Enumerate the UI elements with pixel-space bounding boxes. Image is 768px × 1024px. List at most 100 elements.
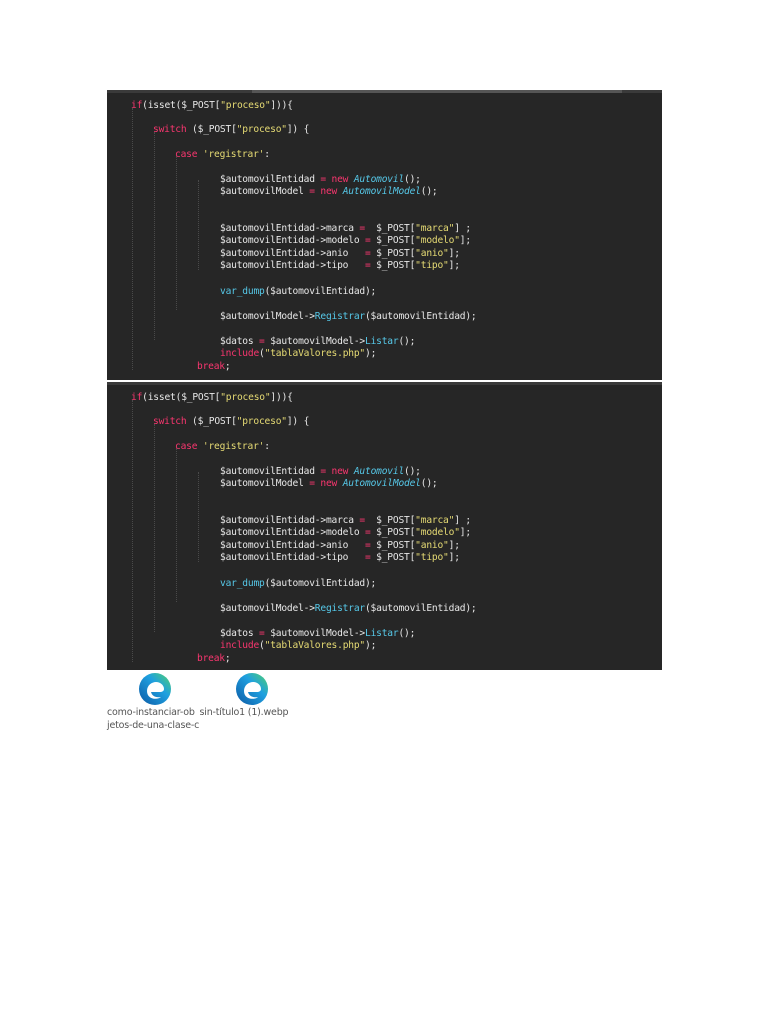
code-token: :	[264, 149, 270, 160]
code-token: ();	[398, 628, 416, 639]
code-line: var_dump($automovilEntidad);	[220, 286, 376, 297]
code-token: ($automovilEntidad);	[264, 578, 377, 589]
code-token: Automovil	[353, 174, 405, 185]
attachment-file-2[interactable]	[204, 672, 300, 710]
indent-guide	[154, 424, 155, 632]
code-token: $_POST[	[364, 223, 416, 234]
code-token: $_POST[	[370, 552, 416, 563]
edge-icon	[139, 673, 171, 705]
indent-guide	[132, 108, 133, 370]
code-token: ]) {	[286, 124, 310, 135]
code-token: var_dump	[220, 286, 265, 297]
code-token: Listar	[365, 336, 399, 347]
code-token: $automovilModel	[220, 186, 310, 197]
code-line: $automovilEntidad->modelo = $_POST["mode…	[220, 235, 471, 246]
code-line: break;	[197, 361, 231, 372]
code-token: $automovilEntidad	[220, 466, 321, 477]
code-token: "anio"	[415, 248, 449, 259]
code-token: "anio"	[415, 540, 449, 551]
attachment-1-name[interactable]: como-instanciar-ob	[107, 707, 195, 718]
code-token: include	[220, 348, 260, 359]
code-token: break	[197, 361, 225, 372]
code-token: "modelo"	[415, 235, 460, 246]
code-token: $automovilModel->	[220, 603, 315, 614]
code-token: 'registrar'	[202, 441, 265, 452]
code-token: "marca"	[415, 223, 455, 234]
code-token: "tipo"	[415, 260, 449, 271]
code-line: $automovilEntidad->marca = $_POST["marca…	[220, 515, 471, 526]
code-token: AutomovilModel	[342, 478, 421, 489]
attachment-2-name[interactable]: sin-título1 (1).webp	[200, 707, 289, 718]
code-token: $_POST[	[370, 527, 416, 538]
code-token: "tablaValores.php"	[264, 348, 366, 359]
code-token: ($automovilEntidad);	[364, 603, 477, 614]
code-token: ];	[448, 552, 460, 563]
indent-guide	[132, 400, 133, 662]
code-token: $automovilEntidad->modelo	[220, 235, 365, 246]
indent-guide	[176, 448, 177, 602]
code-token: );	[365, 640, 377, 651]
code-line: $automovilEntidad->anio = $_POST["anio"]…	[220, 248, 460, 259]
code-line: case 'registrar':	[175, 149, 270, 160]
code-token: $automovilEntidad	[220, 174, 321, 185]
code-token: ])){	[270, 100, 293, 111]
code-line: if(isset($_POST["proceso"])){	[131, 100, 293, 111]
code-token: $automovilModel->	[264, 336, 365, 347]
code-token: 'registrar'	[202, 149, 265, 160]
code-line: $datos = $automovilModel->Listar();	[220, 628, 415, 639]
code-token: switch	[153, 124, 187, 135]
code-token: if	[131, 392, 143, 403]
code-token: Registrar	[314, 603, 365, 614]
code-token: ($automovilEntidad);	[364, 311, 477, 322]
code-line: $automovilModel = new AutomovilModel();	[220, 478, 438, 489]
code-line: switch ($_POST["proceso"]) {	[153, 124, 309, 135]
code-token: $automovilEntidad->anio	[220, 540, 365, 551]
attachment-captions: como-instanciar-ob sin-título1 (1).webp …	[107, 706, 289, 732]
code-token: ];	[448, 260, 460, 271]
code-line: break;	[197, 653, 231, 664]
code-line: $datos = $automovilModel->Listar();	[220, 336, 415, 347]
code-token: $datos	[220, 336, 260, 347]
code-token: $automovilEntidad->tipo	[220, 260, 365, 271]
code-token: );	[365, 348, 377, 359]
code-token: $automovilEntidad->marca	[220, 515, 360, 526]
code-token: ];	[459, 235, 471, 246]
code-token: ();	[398, 336, 416, 347]
code-line: $automovilEntidad->marca = $_POST["marca…	[220, 223, 471, 234]
code-line: $automovilModel->Registrar($automovilEnt…	[220, 311, 477, 322]
attachment-1-name-cont[interactable]: jetos-de-una-clase-c	[107, 720, 199, 731]
code-token: "modelo"	[415, 527, 460, 538]
code-token: $automovilEntidad->modelo	[220, 527, 365, 538]
code-token: "proceso"	[236, 416, 287, 427]
code-token: AutomovilModel	[342, 186, 421, 197]
code-token: isset	[147, 100, 176, 111]
attachment-file-1[interactable]	[107, 672, 203, 710]
code-token: break	[197, 653, 225, 664]
code-token: $_POST[	[364, 515, 416, 526]
code-token: "marca"	[415, 515, 455, 526]
code-token: $automovilEntidad->anio	[220, 248, 365, 259]
code-token: case	[175, 149, 198, 160]
code-token: ();	[404, 466, 421, 477]
code-line: $automovilEntidad->tipo = $_POST["tipo"]…	[220, 552, 460, 563]
code-screenshot-1: if(isset($_POST["proceso"])){switch ($_P…	[107, 90, 662, 380]
code-token: ] ;	[454, 223, 471, 234]
code-token: new	[320, 186, 338, 197]
code-line: case 'registrar':	[175, 441, 270, 452]
code-line: $automovilEntidad = new Automovil();	[220, 466, 421, 477]
code-screenshot-2: if(isset($_POST["proceso"])){switch ($_P…	[107, 382, 662, 670]
edge-icon	[236, 673, 268, 705]
code-token: Listar	[365, 628, 399, 639]
code-token: "proceso"	[220, 100, 271, 111]
code-token: if	[131, 100, 143, 111]
code-token: ($_POST[	[186, 124, 237, 135]
code-token: Automovil	[353, 466, 405, 477]
code-token: ]) {	[286, 416, 310, 427]
indent-guide	[198, 472, 199, 562]
code-token: include	[220, 640, 260, 651]
code-line: include("tablaValores.php");	[220, 348, 376, 359]
code-token: Registrar	[314, 311, 365, 322]
code-token: ;	[224, 361, 231, 372]
code-line: $automovilEntidad->modelo = $_POST["mode…	[220, 527, 471, 538]
code-token: ($_POST[	[175, 100, 221, 111]
